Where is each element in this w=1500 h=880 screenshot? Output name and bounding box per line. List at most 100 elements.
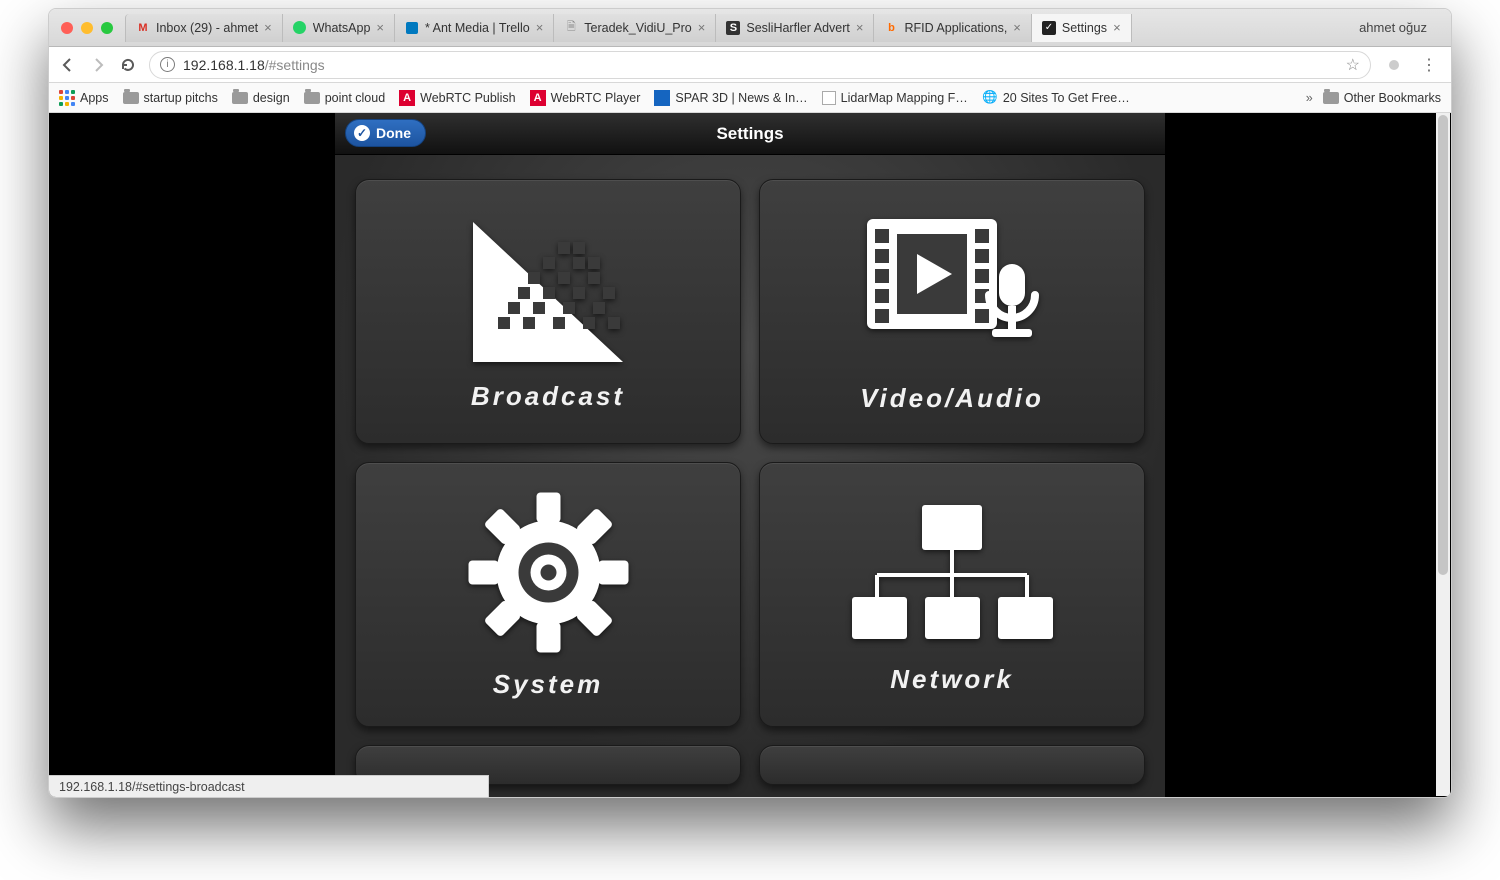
- bookmark-star-icon[interactable]: ☆: [1346, 55, 1360, 75]
- bookmark-label: design: [253, 91, 290, 105]
- minimize-window-button[interactable]: [81, 22, 93, 34]
- page-title: Settings: [716, 124, 783, 144]
- bookmark-label: Other Bookmarks: [1344, 91, 1441, 105]
- tile-partial-right[interactable]: [759, 745, 1145, 785]
- settings-panel: ✓ Done Settings: [335, 113, 1165, 797]
- check-icon: ✓: [354, 125, 370, 141]
- bookmark-webrtc-publish[interactable]: A WebRTC Publish: [399, 90, 515, 106]
- menu-icon[interactable]: ⋮: [1417, 55, 1441, 75]
- folder-icon: [123, 90, 139, 106]
- angular-icon: A: [530, 90, 546, 106]
- tab-trello[interactable]: * Ant Media | Trello ×: [395, 14, 554, 42]
- close-icon[interactable]: ×: [856, 20, 864, 35]
- scrollbar-thumb[interactable]: [1438, 115, 1448, 575]
- window-controls: [61, 22, 113, 34]
- forward-button[interactable]: [89, 56, 107, 74]
- vertical-scrollbar[interactable]: [1436, 113, 1450, 796]
- tile-label: System: [493, 669, 604, 700]
- tab-label: Settings: [1062, 21, 1107, 35]
- bookmark-lidarmap[interactable]: LidarMap Mapping F…: [822, 91, 968, 105]
- tab-settings[interactable]: ✓ Settings ×: [1032, 14, 1132, 42]
- angular-icon: A: [399, 90, 415, 106]
- tile-label: Network: [890, 664, 1014, 695]
- bookmark-label: LidarMap Mapping F…: [841, 91, 968, 105]
- close-icon[interactable]: ×: [1113, 20, 1121, 35]
- settings-grid: Broadcast: [355, 179, 1145, 727]
- spar-icon: [654, 90, 670, 106]
- tile-label: Video/Audio: [860, 383, 1044, 414]
- tab-label: Inbox (29) - ahmet: [156, 21, 258, 35]
- trello-icon: [405, 21, 419, 35]
- bookmark-label: 20 Sites To Get Free…: [1003, 91, 1130, 105]
- url-path: /#settings: [265, 57, 325, 73]
- close-window-button[interactable]: [61, 22, 73, 34]
- tab-sesliharfler[interactable]: S SesliHarfler Advert ×: [716, 14, 874, 42]
- tab-label: SesliHarfler Advert: [746, 21, 850, 35]
- video-audio-icon: [857, 209, 1047, 369]
- whatsapp-icon: [293, 21, 307, 35]
- bookmarks-bar: Apps startup pitchs design point cloud A…: [49, 83, 1451, 113]
- bookmark-label: WebRTC Player: [551, 91, 641, 105]
- tab-rfid[interactable]: b RFID Applications, ×: [874, 14, 1031, 42]
- url-host: 192.168.1.18: [183, 57, 265, 73]
- bookmark-spar3d[interactable]: SPAR 3D | News & In…: [654, 90, 807, 106]
- done-button[interactable]: ✓ Done: [345, 119, 426, 147]
- reload-button[interactable]: [119, 56, 137, 74]
- done-label: Done: [376, 125, 411, 141]
- bookmark-20sites[interactable]: 🌐20 Sites To Get Free…: [982, 90, 1130, 106]
- profile-avatar-icon[interactable]: [1389, 60, 1399, 70]
- tile-broadcast[interactable]: Broadcast: [355, 179, 741, 444]
- close-icon[interactable]: ×: [536, 20, 544, 35]
- bookmark-startup-pitchs[interactable]: startup pitchs: [123, 90, 218, 106]
- close-icon[interactable]: ×: [376, 20, 384, 35]
- tile-label: Broadcast: [471, 381, 625, 412]
- bookmark-webrtc-player[interactable]: A WebRTC Player: [530, 90, 641, 106]
- close-icon[interactable]: ×: [264, 20, 272, 35]
- bookmark-label: Apps: [80, 91, 109, 105]
- bookmark-point-cloud[interactable]: point cloud: [304, 90, 385, 106]
- settings-topbar: ✓ Done Settings: [335, 113, 1165, 155]
- tab-teradek[interactable]: 🗎 Teradek_VidiU_Pro ×: [554, 14, 716, 42]
- tab-inbox[interactable]: M Inbox (29) - ahmet ×: [125, 14, 283, 42]
- settings-favicon: ✓: [1042, 21, 1056, 35]
- bookmark-label: point cloud: [325, 91, 385, 105]
- settings-body: Broadcast: [335, 155, 1165, 797]
- gear-icon: [466, 490, 631, 655]
- s-icon: S: [726, 21, 740, 35]
- url-text: 192.168.1.18/#settings: [183, 57, 1346, 73]
- browser-window: M Inbox (29) - ahmet × WhatsApp × * Ant …: [48, 8, 1452, 798]
- doc-icon: 🗎: [564, 21, 578, 35]
- folder-icon: [304, 90, 320, 106]
- broadcast-icon: [463, 212, 633, 367]
- close-icon[interactable]: ×: [1013, 20, 1021, 35]
- folder-icon: [1323, 90, 1339, 106]
- page-content: ✓ Done Settings: [49, 113, 1451, 797]
- close-icon[interactable]: ×: [698, 20, 706, 35]
- bookmark-design[interactable]: design: [232, 90, 290, 106]
- tab-whatsapp[interactable]: WhatsApp ×: [283, 14, 395, 42]
- tab-strip: M Inbox (29) - ahmet × WhatsApp × * Ant …: [49, 9, 1451, 47]
- site-info-icon[interactable]: i: [160, 57, 175, 72]
- bookmarks-overflow-icon[interactable]: »: [1306, 91, 1313, 105]
- tab-label: WhatsApp: [313, 21, 371, 35]
- network-icon: [847, 495, 1057, 650]
- tab-label: * Ant Media | Trello: [425, 21, 530, 35]
- lidar-icon: [822, 91, 836, 105]
- tab-label: RFID Applications,: [904, 21, 1007, 35]
- tile-system[interactable]: System: [355, 462, 741, 727]
- address-bar-row: i 192.168.1.18/#settings ☆ ⋮: [49, 47, 1451, 83]
- tile-network[interactable]: Network: [759, 462, 1145, 727]
- bookmark-label: startup pitchs: [144, 91, 218, 105]
- tile-video-audio[interactable]: Video/Audio: [759, 179, 1145, 444]
- bookmark-label: WebRTC Publish: [420, 91, 515, 105]
- gmail-icon: M: [136, 21, 150, 35]
- profile-name[interactable]: ahmet oğuz: [1341, 20, 1445, 35]
- address-bar[interactable]: i 192.168.1.18/#settings ☆: [149, 51, 1371, 79]
- other-bookmarks[interactable]: Other Bookmarks: [1323, 90, 1441, 106]
- status-bar: 192.168.1.18/#settings-broadcast: [49, 775, 489, 797]
- back-button[interactable]: [59, 56, 77, 74]
- bookmark-apps[interactable]: Apps: [59, 90, 109, 106]
- b-icon: b: [884, 21, 898, 35]
- folder-icon: [232, 90, 248, 106]
- maximize-window-button[interactable]: [101, 22, 113, 34]
